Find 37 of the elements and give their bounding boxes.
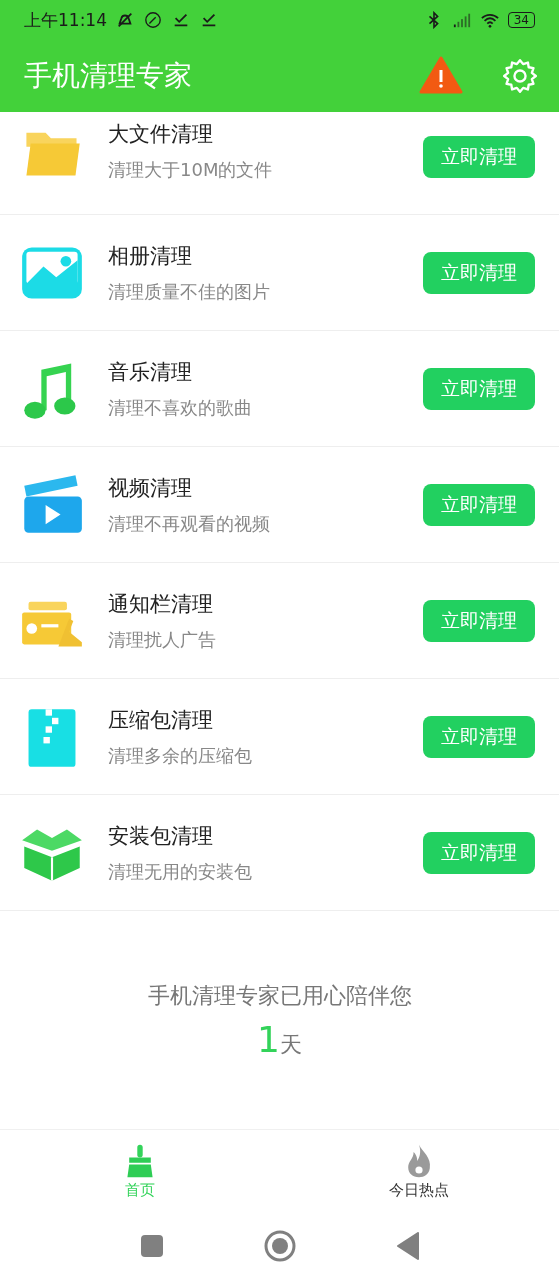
item-description: 清理大于10M的文件: [108, 158, 274, 182]
nav-tab[interactable]: 首页: [0, 1130, 280, 1213]
item-description: 清理质量不佳的图片: [108, 279, 271, 304]
clean-now-button[interactable]: 立即清理: [423, 715, 535, 758]
home-button[interactable]: [263, 1229, 296, 1262]
clean-now-button[interactable]: 立即清理: [423, 831, 535, 874]
app-title: 手机清理专家: [24, 58, 193, 94]
companion-message: 手机清理专家已用心陪伴您: [147, 981, 412, 1010]
recents-button[interactable]: [139, 1233, 164, 1258]
day-unit: 天: [279, 1030, 302, 1059]
wifi-icon: [479, 11, 500, 29]
clean-now-button[interactable]: 立即清理: [423, 136, 535, 178]
item-title: 视频清理: [108, 474, 193, 502]
mute-icon: [115, 11, 135, 29]
status-time: 上午11:14: [24, 8, 107, 32]
item-description: 清理不再观看的视频: [108, 511, 271, 536]
item-description: 清理不喜欢的歌曲: [108, 395, 253, 420]
signal-icon: [451, 11, 472, 29]
clean-now-button[interactable]: 立即清理: [423, 599, 535, 642]
day-count: 1: [257, 1018, 280, 1060]
item-title: 通知栏清理: [108, 590, 214, 618]
item-title: 相册清理: [108, 242, 193, 270]
item-title: 音乐清理: [108, 358, 193, 386]
clean-now-button[interactable]: 立即清理: [423, 251, 535, 294]
item-title: 压缩包清理: [108, 706, 214, 734]
item-title: 安装包清理: [108, 822, 214, 850]
item-description: 清理多余的压缩包: [108, 743, 253, 768]
nav-tab[interactable]: 今日热点: [279, 1130, 559, 1213]
back-button[interactable]: [395, 1231, 420, 1260]
item-description: 清理扰人广告: [108, 627, 217, 652]
clean-now-button[interactable]: 立即清理: [423, 483, 535, 526]
item-description: 清理无用的安装包: [108, 859, 253, 884]
clean-now-button[interactable]: 立即清理: [423, 367, 535, 410]
settings-icon[interactable]: [501, 57, 539, 95]
item-title: 大文件清理: [108, 121, 214, 148]
battery-indicator: 34: [507, 12, 535, 28]
warning-icon[interactable]: [419, 56, 463, 96]
